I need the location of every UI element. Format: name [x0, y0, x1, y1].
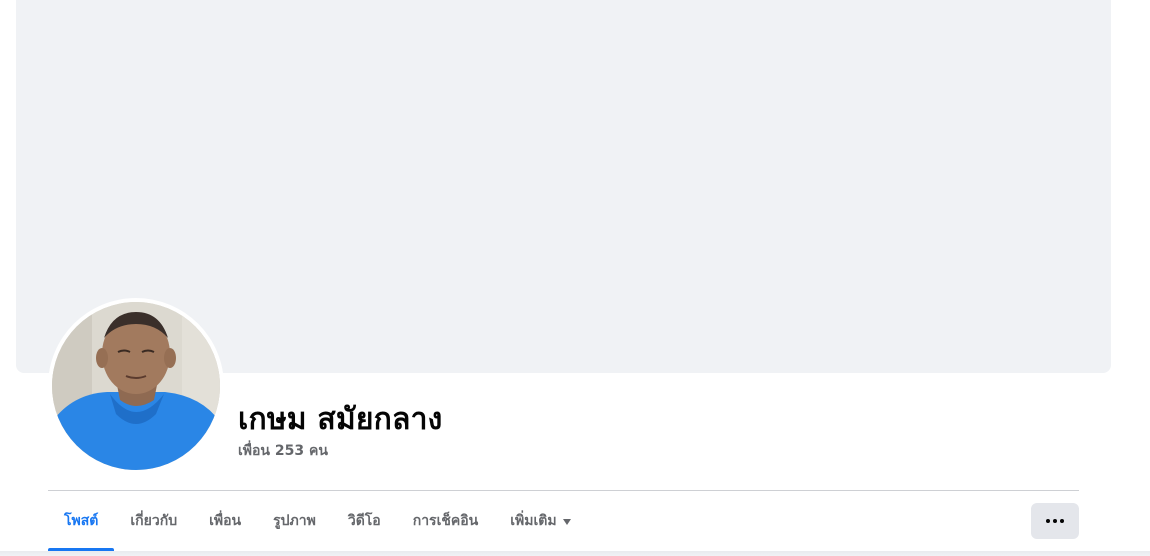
tab-posts[interactable]: โพสต์: [48, 491, 115, 551]
tab-videos[interactable]: วิดีโอ: [332, 491, 397, 551]
ellipsis-icon: [1046, 519, 1050, 523]
friends-count[interactable]: เพื่อน 253 คน: [238, 440, 328, 462]
avatar[interactable]: [52, 302, 220, 470]
tab-label: วิดีโอ: [347, 513, 381, 529]
tab-check-ins[interactable]: การเช็คอิน: [397, 491, 495, 551]
caret-down-icon: [562, 519, 571, 525]
tab-label: เพิ่มเติม: [510, 513, 557, 529]
profile-name: เกษม สมัยกลาง: [238, 402, 443, 437]
tab-label: เพื่อน: [209, 513, 242, 529]
tab-label: การเช็คอิน: [412, 513, 479, 529]
tab-more[interactable]: เพิ่มเติม: [494, 491, 586, 551]
tab-label: โพสต์: [64, 513, 99, 529]
ellipsis-icon: [1053, 519, 1057, 523]
tab-label: เกี่ยวกับ: [130, 513, 178, 529]
more-options-button[interactable]: [1031, 503, 1079, 539]
profile-page: เกษม สมัยกลาง เพื่อน 253 คน โพสต์ เกี่ยว…: [0, 0, 1150, 556]
tab-about[interactable]: เกี่ยวกับ: [114, 491, 193, 551]
tab-label: รูปภาพ: [273, 513, 316, 529]
avatar-image: [52, 302, 220, 470]
page-background-strip: [0, 551, 1150, 556]
tab-friends[interactable]: เพื่อน: [193, 491, 257, 551]
ellipsis-icon: [1060, 519, 1064, 523]
tab-photos[interactable]: รูปภาพ: [257, 491, 332, 551]
profile-tabs: โพสต์ เกี่ยวกับ เพื่อน รูปภาพ วิดีโอ การ…: [48, 491, 587, 551]
